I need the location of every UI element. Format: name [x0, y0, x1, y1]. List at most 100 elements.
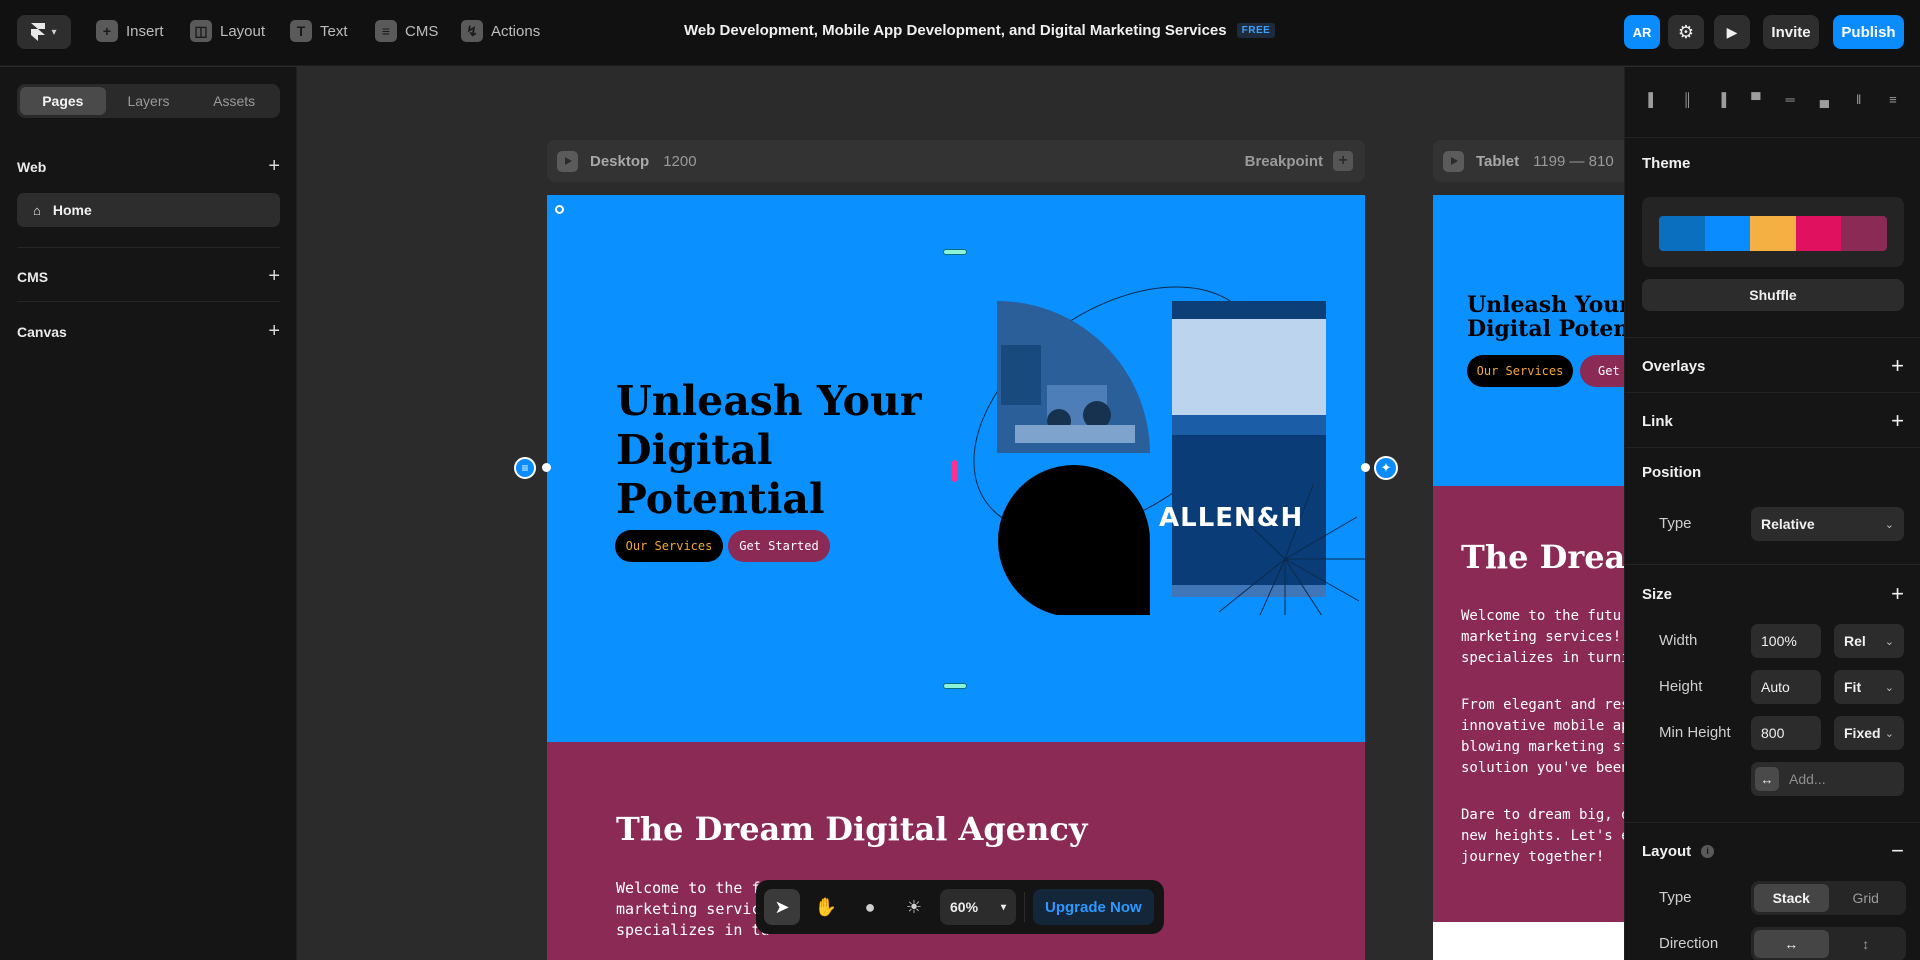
tablet-hero-title-line: Unleash Your	[1467, 292, 1624, 318]
layout-label: Layout	[220, 22, 266, 40]
theme-toggle[interactable]: ☀	[896, 889, 932, 925]
tablet-agency-section[interactable]: The Dream Welcome to the futu marketing …	[1433, 486, 1624, 922]
tablet-para-1[interactable]: Welcome to the futu marketing services! …	[1461, 606, 1624, 669]
tablet-frame[interactable]: Unleash Your Digital Poten Our Services …	[1433, 195, 1624, 960]
tab-assets[interactable]: Assets	[191, 87, 277, 115]
agency-title[interactable]: The Dream Digital Agency	[616, 810, 1087, 848]
upgrade-button[interactable]: Upgrade Now	[1033, 889, 1154, 925]
theme-swatch[interactable]	[1795, 216, 1842, 251]
distribute-v-icon[interactable]: ≡	[1883, 91, 1903, 107]
desktop-frame[interactable]: Unleash Your Digital Potential Our Servi…	[547, 195, 1365, 960]
add-overlay-icon[interactable]: +	[1891, 353, 1904, 379]
tablet-para-3[interactable]: Dare to dream big, o new heights. Let's …	[1461, 805, 1624, 868]
text-tool[interactable]: T Text	[290, 20, 348, 42]
layout-type-grid[interactable]: Grid	[1829, 884, 1904, 912]
theme-swatch[interactable]	[1750, 216, 1796, 251]
padding-handle-top[interactable]	[943, 249, 967, 255]
hero-collage[interactable]	[897, 265, 1365, 615]
corner-handle[interactable]	[555, 205, 564, 214]
align-center-h-icon[interactable]: ║	[1677, 91, 1697, 107]
cms-tool[interactable]: ≡ CMS	[375, 20, 438, 42]
collapse-layout-icon[interactable]: −	[1891, 838, 1904, 864]
direction-vertical[interactable]: ↕	[1829, 930, 1904, 958]
align-top-icon[interactable]: ▀	[1746, 91, 1766, 107]
direction-horizontal[interactable]: ↔	[1754, 930, 1829, 958]
add-breakpoint-label[interactable]: Breakpoint	[1245, 153, 1323, 170]
hand-tool[interactable]: ✋	[808, 889, 844, 925]
size-title: Size	[1642, 585, 1673, 603]
hero-section[interactable]: Unleash Your Digital Potential Our Servi…	[547, 195, 1365, 742]
theme-swatch[interactable]	[1841, 216, 1887, 251]
actions-tool[interactable]: ↯ Actions	[461, 20, 540, 42]
hero-title[interactable]: Unleash Your Digital Potential	[616, 377, 921, 524]
add-link-icon[interactable]: +	[1891, 408, 1904, 434]
align-left-icon[interactable]: ▌	[1643, 91, 1663, 107]
tablet-next-section[interactable]	[1433, 922, 1624, 960]
min-height-unit-select[interactable]: Fixed ⌄	[1834, 716, 1904, 750]
add-collection-icon[interactable]: +	[268, 265, 280, 288]
user-avatar[interactable]: AR	[1624, 15, 1660, 49]
ai-sparkle-icon[interactable]: ✦	[1374, 456, 1398, 480]
settings-button[interactable]: ⚙	[1668, 15, 1704, 49]
play-icon[interactable]	[1443, 150, 1464, 172]
publish-button[interactable]: Publish	[1833, 15, 1904, 49]
info-icon[interactable]: i	[1701, 844, 1715, 858]
position-type-select[interactable]: Relative ⌄	[1751, 507, 1904, 541]
add-page-icon[interactable]: +	[268, 155, 280, 178]
tablet-get-started-button[interactable]: Get	[1580, 355, 1624, 387]
min-height-input[interactable]: 800	[1751, 716, 1821, 750]
invite-button[interactable]: Invite	[1763, 15, 1819, 49]
zoom-select[interactable]: 60% ▾	[940, 889, 1016, 925]
tab-layers[interactable]: Layers	[106, 87, 192, 115]
height-unit-select[interactable]: Fit ⌄	[1834, 670, 1904, 704]
document-title[interactable]: Web Development, Mobile App Development,…	[684, 22, 1276, 39]
shuffle-button[interactable]: Shuffle	[1642, 279, 1904, 311]
main-menu-button[interactable]: ▾	[17, 15, 71, 49]
get-started-button[interactable]: Get Started	[728, 530, 830, 562]
position-title: Position	[1642, 464, 1702, 481]
divider	[17, 301, 280, 302]
tablet-para-2[interactable]: From elegant and res innovative mobile a…	[1461, 695, 1624, 779]
theme-swatch[interactable]	[1704, 216, 1751, 251]
tablet-our-services-button[interactable]: Our Services	[1467, 355, 1573, 387]
add-canvas-icon[interactable]: +	[268, 320, 280, 343]
theme-swatches[interactable]	[1659, 216, 1887, 251]
plus-icon[interactable]: +	[1333, 151, 1353, 171]
comment-tool[interactable]: ●	[852, 889, 888, 925]
width-unit-select[interactable]: Rel ⌄	[1834, 624, 1904, 658]
add-size-icon[interactable]: +	[1891, 581, 1904, 607]
layout-type-stack[interactable]: Stack	[1754, 884, 1829, 912]
theme-title: Theme	[1642, 155, 1691, 172]
preview-button[interactable]: ▶	[1714, 15, 1750, 49]
align-center-v-icon[interactable]: ═	[1780, 91, 1800, 107]
distribute-h-icon[interactable]: ‖	[1849, 91, 1869, 107]
our-services-button[interactable]: Our Services	[615, 530, 723, 562]
add-constraint-field[interactable]: ↔ Add...	[1751, 762, 1904, 796]
gap-handle[interactable]	[952, 460, 957, 482]
align-right-icon[interactable]: ▐	[1712, 91, 1732, 107]
select-tool[interactable]: ➤	[764, 889, 800, 925]
height-input[interactable]: Auto	[1751, 670, 1821, 704]
page-item-home[interactable]: ⌂ Home	[17, 193, 280, 227]
height-unit-value: Fit	[1844, 679, 1862, 695]
document-title-text: Web Development, Mobile App Development,…	[684, 22, 1227, 39]
tab-pages[interactable]: Pages	[20, 87, 106, 115]
tablet-hero-title[interactable]: Unleash Your Digital Poten	[1467, 293, 1624, 341]
design-canvas[interactable]: Desktop 1200 Breakpoint + Tablet 1199 — …	[298, 67, 1624, 960]
tablet-hero-section[interactable]: Unleash Your Digital Poten Our Services …	[1433, 195, 1624, 486]
play-icon[interactable]	[557, 150, 578, 172]
width-input[interactable]: 100%	[1751, 624, 1821, 658]
stack-menu-icon[interactable]: ≡	[514, 457, 536, 479]
insert-tool[interactable]: + Insert	[96, 20, 164, 42]
layout-tool[interactable]: ◫ Layout	[190, 20, 265, 42]
home-icon: ⌂	[33, 202, 41, 218]
align-bottom-icon[interactable]: ▄	[1814, 91, 1834, 107]
resize-handle-right[interactable]	[1361, 463, 1370, 472]
theme-palette[interactable]	[1642, 197, 1904, 267]
tablet-para-line: From elegant and res	[1461, 697, 1624, 713]
tablet-agency-title[interactable]: The Dream	[1461, 538, 1624, 576]
agency-intro[interactable]: Welcome to the fu marketing service spec…	[616, 878, 770, 941]
theme-swatch[interactable]	[1659, 216, 1705, 251]
padding-handle-bottom[interactable]	[943, 683, 967, 689]
resize-handle-left[interactable]	[542, 463, 551, 472]
